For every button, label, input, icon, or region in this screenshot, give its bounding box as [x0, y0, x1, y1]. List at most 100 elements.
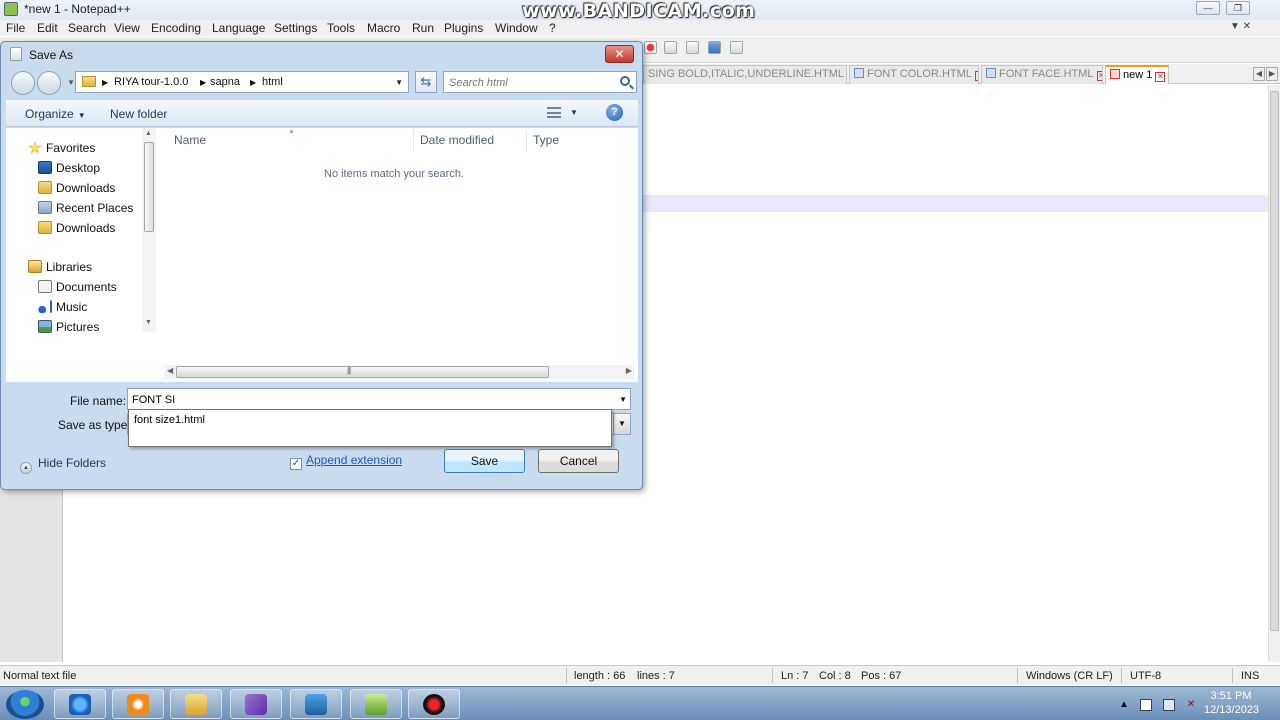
menu-view[interactable]: View [114, 21, 140, 35]
navigation-pane-scrollbar[interactable]: ▲ ▼ [142, 128, 156, 332]
taskbar-bandicam[interactable] [408, 689, 460, 719]
minimize-button[interactable]: — [1196, 1, 1220, 15]
taskbar-visual-studio[interactable] [230, 689, 282, 719]
taskbar-media-player[interactable] [112, 689, 164, 719]
menu-help[interactable]: ? [549, 21, 556, 35]
scrollbar-thumb[interactable] [144, 142, 154, 232]
file-list[interactable]: ▲ Name Date modified Type No items match… [158, 128, 636, 382]
menu-file[interactable]: File [6, 21, 25, 35]
address-dropdown-icon[interactable]: ▼ [395, 78, 403, 87]
stop-macro-icon[interactable] [664, 41, 677, 54]
cancel-button[interactable]: Cancel [538, 449, 619, 473]
nav-recent-places[interactable]: Recent Places [38, 201, 133, 215]
help-icon[interactable]: ? [606, 104, 623, 121]
nav-libraries[interactable]: Libraries [28, 260, 92, 274]
nav-documents[interactable]: Documents [38, 280, 117, 294]
column-name[interactable]: Name [174, 133, 206, 147]
taskbar-app[interactable] [290, 689, 342, 719]
views-dropdown-icon[interactable]: ▼ [570, 108, 578, 117]
start-button[interactable] [6, 690, 44, 719]
tab-font-color[interactable]: FONT COLOR.HTML✕ [849, 65, 979, 84]
run-macro-multiple-icon[interactable] [708, 41, 721, 54]
nav-favorites[interactable]: Favorites [28, 141, 95, 155]
breadcrumb-separator-icon[interactable]: ▶ [250, 78, 256, 87]
column-divider[interactable] [413, 130, 414, 152]
refresh-button[interactable]: ⇆ [415, 71, 437, 93]
clock-date[interactable]: 12/13/2023 [1204, 704, 1259, 716]
column-divider[interactable] [526, 130, 527, 152]
forward-button[interactable] [37, 71, 61, 95]
clock-time[interactable]: 3:51 PM [1208, 690, 1254, 702]
taskbar-internet-explorer[interactable] [54, 689, 106, 719]
tab-new-1[interactable]: new 1 ✕ [1105, 65, 1169, 84]
nav-music[interactable]: Music [38, 300, 87, 314]
menu-settings[interactable]: Settings [274, 21, 317, 35]
tab-font-face[interactable]: FONT FACE.HTML✕ [981, 65, 1103, 84]
breadcrumb-sapna[interactable]: sapna [210, 76, 240, 88]
search-icon[interactable] [620, 76, 630, 86]
record-macro-icon[interactable] [644, 41, 657, 54]
hide-folders-button[interactable]: ▲ Hide Folders [20, 456, 106, 474]
menu-tools[interactable]: Tools [327, 21, 355, 35]
menu-edit[interactable]: Edit [37, 21, 58, 35]
breadcrumb-separator-icon[interactable]: ▶ [200, 78, 206, 87]
maximize-button[interactable]: ❐ [1226, 1, 1250, 15]
scroll-down-icon[interactable]: ▼ [145, 319, 152, 326]
tab-scroll-right-icon[interactable]: ▶ [1266, 67, 1278, 81]
save-as-type-dropdown-icon[interactable]: ▼ [613, 414, 630, 434]
menu-plugins[interactable]: Plugins [444, 21, 483, 35]
back-button[interactable] [11, 71, 35, 95]
play-macro-icon[interactable] [686, 41, 699, 54]
address-bar[interactable]: ▶ RIYA tour-1.0.0 ▶ sapna ▶ html ▼ [75, 71, 409, 93]
nav-pictures[interactable]: Pictures [38, 320, 99, 334]
organize-button[interactable]: Organize ▼ [25, 107, 86, 121]
menu-encoding[interactable]: Encoding [151, 21, 201, 35]
scroll-right-icon[interactable]: ▶ [626, 366, 632, 375]
scroll-up-icon[interactable]: ▲ [145, 130, 152, 137]
autocomplete-suggestion[interactable]: font size1.html [134, 414, 205, 426]
scrollbar-thumb[interactable] [1270, 91, 1279, 631]
nav-desktop[interactable]: Desktop [38, 161, 100, 175]
search-box[interactable] [443, 71, 637, 93]
action-center-icon[interactable] [1140, 699, 1152, 711]
file-name-input[interactable] [132, 392, 602, 407]
append-extension-checkbox[interactable]: ✓ Append extension [290, 453, 402, 470]
taskbar-explorer[interactable] [170, 689, 222, 719]
breadcrumb-html[interactable]: html [262, 76, 283, 88]
menu-arrows[interactable]: ▼ ✕ [1230, 21, 1251, 32]
nav-downloads[interactable]: Downloads [38, 181, 115, 195]
taskbar-notepad-plus-plus[interactable] [350, 689, 402, 719]
close-icon[interactable]: ✕ [1096, 71, 1102, 81]
column-type[interactable]: Type [533, 133, 559, 147]
tab-bold-italic-underline[interactable]: SING BOLD,ITALIC,UNDERLINE.HTML✕ [643, 65, 847, 84]
file-name-field[interactable]: ▼ [127, 388, 631, 410]
checkbox-checked-icon[interactable]: ✓ [290, 458, 302, 470]
file-name-dropdown-icon[interactable]: ▼ [619, 395, 627, 404]
editor-vertical-scrollbar[interactable] [1268, 85, 1280, 662]
close-icon[interactable]: ✕ [974, 71, 978, 81]
menu-window[interactable]: Window [495, 21, 538, 35]
scrollbar-thumb[interactable] [176, 366, 549, 378]
menu-run[interactable]: Run [412, 21, 434, 35]
menu-macro[interactable]: Macro [367, 21, 400, 35]
dialog-close-button[interactable]: ✕ [605, 45, 634, 63]
menu-language[interactable]: Language [212, 21, 265, 35]
search-input[interactable] [449, 75, 609, 90]
column-date-modified[interactable]: Date modified [420, 133, 494, 147]
breadcrumb-riya-tour[interactable]: RIYA tour-1.0.0 [114, 76, 188, 88]
nav-downloads-2[interactable]: Downloads [38, 221, 115, 235]
recent-locations-dropdown-icon[interactable]: ▼ [67, 78, 75, 87]
save-button[interactable]: Save [444, 449, 525, 473]
new-folder-button[interactable]: New folder [110, 107, 167, 121]
tray-expand-icon[interactable]: ▲ [1118, 699, 1130, 711]
volume-muted-icon[interactable]: ✕ [1185, 699, 1197, 711]
scroll-left-icon[interactable]: ◀ [167, 366, 173, 375]
file-list-horizontal-scrollbar[interactable]: ◀ ||| ▶ [164, 365, 634, 379]
save-macro-icon[interactable] [730, 41, 743, 54]
network-icon[interactable] [1163, 699, 1175, 711]
breadcrumb-separator-icon[interactable]: ▶ [102, 78, 108, 87]
views-icon[interactable] [547, 107, 561, 118]
close-icon[interactable]: ✕ [1155, 72, 1166, 82]
tab-scroll-left-icon[interactable]: ◀ [1253, 67, 1265, 81]
menu-search[interactable]: Search [68, 21, 106, 35]
